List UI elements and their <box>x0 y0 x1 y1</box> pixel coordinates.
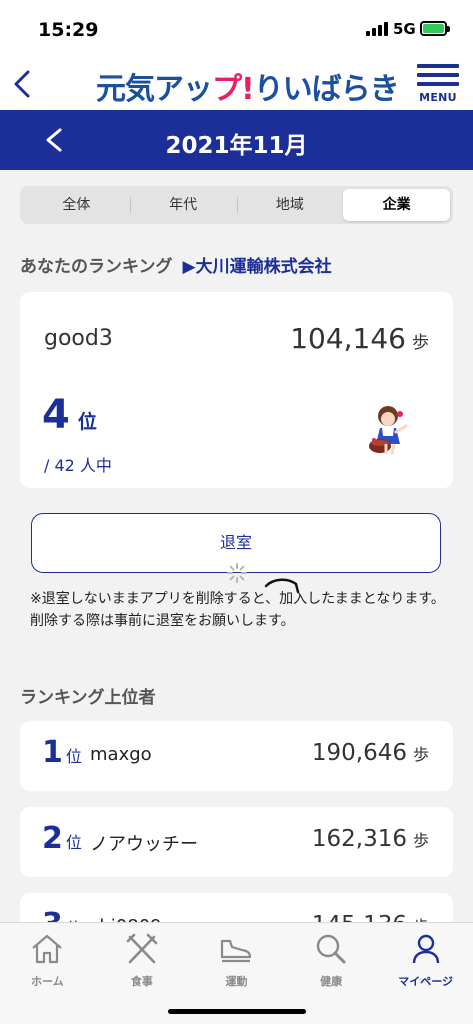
row-steps: 162,316 歩 <box>312 826 429 852</box>
person-icon <box>412 934 439 964</box>
chevron-left-icon <box>14 70 30 98</box>
user-rank-value: 4 <box>42 392 70 438</box>
signal-icon <box>366 22 388 36</box>
ranking-row[interactable]: 2位 ノアウッチー 162,316 歩 <box>20 807 453 877</box>
row-rank: 1位 <box>42 735 82 770</box>
row-steps-value: 190,646 <box>311 740 407 766</box>
hamburger-icon <box>417 64 459 86</box>
row-rank-value: 2 <box>42 821 63 856</box>
my-ranking-card: good3 104,146 歩 4位 / 42 人中 <box>20 292 453 488</box>
my-ranking-heading: あなたのランキング ▶大川運輸株式会社 <box>20 252 332 277</box>
menu-label: MENU <box>419 91 457 104</box>
row-name: ノアウッチー <box>90 834 198 855</box>
nav-home[interactable]: ホーム <box>0 923 95 1024</box>
back-button[interactable] <box>8 66 38 102</box>
row-rank: 2位 <box>42 821 82 856</box>
status-bar: 15:29 5G <box>0 0 473 58</box>
status-time: 15:29 <box>38 19 99 41</box>
fork-knife-icon <box>126 933 158 964</box>
nav-exercise-label: 運動 <box>225 975 248 988</box>
tab-age[interactable]: 年代 <box>129 189 237 221</box>
top-rankers-title: ランキング上位者 <box>20 688 156 708</box>
row-steps: 190,646 歩 <box>312 740 429 766</box>
row-steps-value: 162,316 <box>311 826 407 852</box>
tab-all[interactable]: 全体 <box>23 189 130 221</box>
logo-text-1: 元気アッ <box>96 72 213 107</box>
mascot-icon <box>369 406 408 455</box>
nav-health-label: 健康 <box>320 975 343 988</box>
logo-text-3: りいばらき <box>253 72 400 107</box>
nav-mypage[interactable]: マイページ <box>378 923 473 1024</box>
home-indicator <box>168 1009 306 1014</box>
app-header: 元気アップ!りいばらき MENU <box>0 58 473 110</box>
menu-button[interactable]: MENU <box>417 64 459 106</box>
row-rank-suffix: 位 <box>65 747 82 766</box>
user-rank: 4位 <box>42 392 97 438</box>
app-logo: 元気アップ!りいばらき <box>96 64 400 108</box>
month-title: 2021年11月 <box>165 133 308 159</box>
ranking-scope-tabs: 全体 年代 地域 企業 <box>20 186 453 224</box>
company-link[interactable]: ▶大川運輸株式会社 <box>183 257 332 277</box>
rank-suffix: 位 <box>77 411 97 433</box>
user-steps-value: 104,146 <box>290 322 406 355</box>
shoe-icon <box>221 939 252 963</box>
steps-unit: 歩 <box>412 333 429 353</box>
row-steps-unit: 歩 <box>412 745 429 764</box>
rank-total: / 42 人中 <box>44 456 112 475</box>
row-steps-unit: 歩 <box>412 831 429 850</box>
leave-note: ※退室しないままアプリを削除すると、加入したままとなります。削除する際は事前に退… <box>30 591 445 629</box>
ranking-row[interactable]: 1位 maxgo 190,646 歩 <box>20 721 453 791</box>
logo-text-2: プ! <box>212 72 255 107</box>
nav-home-label: ホーム <box>30 975 64 988</box>
nav-mypage-label: マイページ <box>398 975 454 988</box>
row-rank-suffix: 位 <box>65 833 82 852</box>
user-name: good3 <box>44 326 113 351</box>
row-name: maxgo <box>90 744 152 765</box>
battery-icon <box>420 21 450 36</box>
my-ranking-title: あなたのランキング <box>20 257 173 277</box>
nav-meal-label: 食事 <box>130 975 153 988</box>
month-bar: 2021年11月 <box>0 110 473 170</box>
row-rank-value: 1 <box>42 735 63 770</box>
search-icon <box>316 934 346 964</box>
tab-company[interactable]: 企業 <box>343 189 450 221</box>
network-label: 5G <box>393 20 416 38</box>
home-icon <box>32 934 63 964</box>
user-steps: 104,146 歩 <box>290 322 429 355</box>
loading-spinner-icon <box>227 563 247 583</box>
tab-region[interactable]: 地域 <box>236 189 344 221</box>
